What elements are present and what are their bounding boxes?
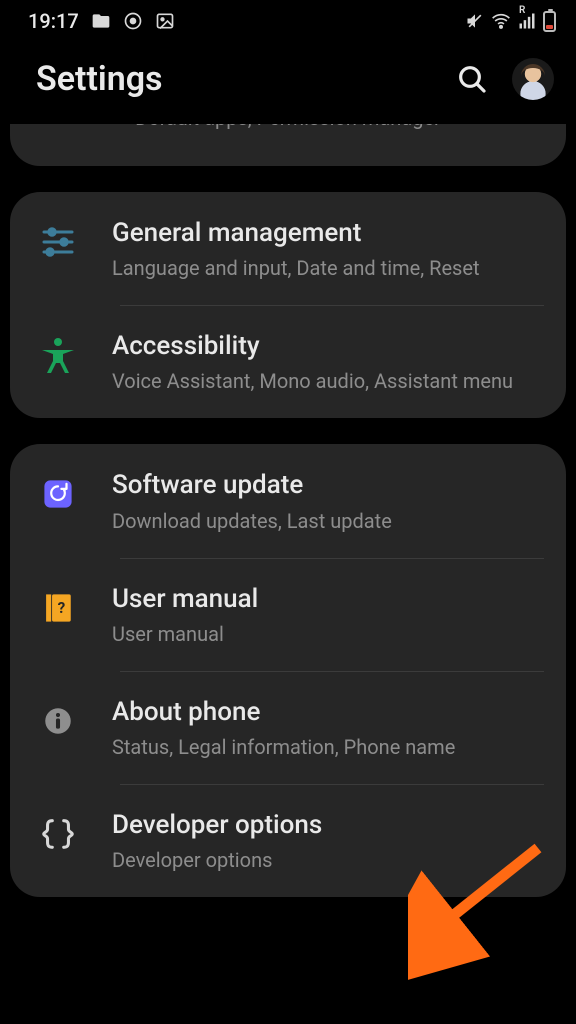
sync-icon xyxy=(123,11,143,31)
settings-card-system: Software update Download updates, Last u… xyxy=(10,444,566,897)
battery-icon xyxy=(543,11,556,32)
update-icon xyxy=(36,472,80,516)
row-title: Accessibility xyxy=(112,331,542,362)
clock: 19:17 xyxy=(28,9,79,33)
row-subtitle: Developer options xyxy=(112,847,542,873)
page-title: Settings xyxy=(36,59,163,99)
folder-icon xyxy=(91,11,111,31)
signal-icon: R xyxy=(517,11,537,31)
manual-icon: ? xyxy=(36,586,80,630)
row-accessibility[interactable]: Accessibility Voice Assistant, Mono audi… xyxy=(10,305,566,418)
row-title: Developer options xyxy=(112,810,542,841)
settings-card-apps-partial[interactable]: Default apps, Permission manager xyxy=(10,124,566,166)
row-developer-options[interactable]: Developer options Developer options xyxy=(10,784,566,897)
avatar[interactable] xyxy=(512,58,554,100)
row-subtitle: Language and input, Date and time, Reset xyxy=(112,255,542,281)
row-software-update[interactable]: Software update Download updates, Last u… xyxy=(10,444,566,557)
row-general-management[interactable]: General management Language and input, D… xyxy=(10,192,566,305)
wifi-icon xyxy=(491,11,511,31)
sliders-icon xyxy=(36,220,80,264)
braces-icon xyxy=(36,812,80,856)
row-title: General management xyxy=(112,218,542,249)
row-subtitle: Download updates, Last update xyxy=(112,508,542,534)
app-header: Settings xyxy=(0,42,576,124)
settings-card-general: General management Language and input, D… xyxy=(10,192,566,418)
accessibility-icon xyxy=(36,333,80,377)
row-subtitle: User manual xyxy=(112,621,542,647)
row-title: Software update xyxy=(112,470,542,501)
image-icon xyxy=(155,11,175,31)
svg-text:?: ? xyxy=(58,599,66,617)
status-bar: 19:17 R xyxy=(0,0,576,42)
info-icon xyxy=(36,699,80,743)
partial-subtitle: Default apps, Permission manager xyxy=(135,124,441,130)
settings-scroll[interactable]: Default apps, Permission manager General… xyxy=(0,124,576,897)
mute-icon xyxy=(465,11,485,31)
row-about-phone[interactable]: About phone Status, Legal information, P… xyxy=(10,671,566,784)
row-title: About phone xyxy=(112,697,542,728)
row-subtitle: Status, Legal information, Phone name xyxy=(112,734,542,760)
row-user-manual[interactable]: ? User manual User manual xyxy=(10,558,566,671)
row-title: User manual xyxy=(112,584,542,615)
search-icon[interactable] xyxy=(456,63,488,95)
row-subtitle: Voice Assistant, Mono audio, Assistant m… xyxy=(112,368,542,394)
